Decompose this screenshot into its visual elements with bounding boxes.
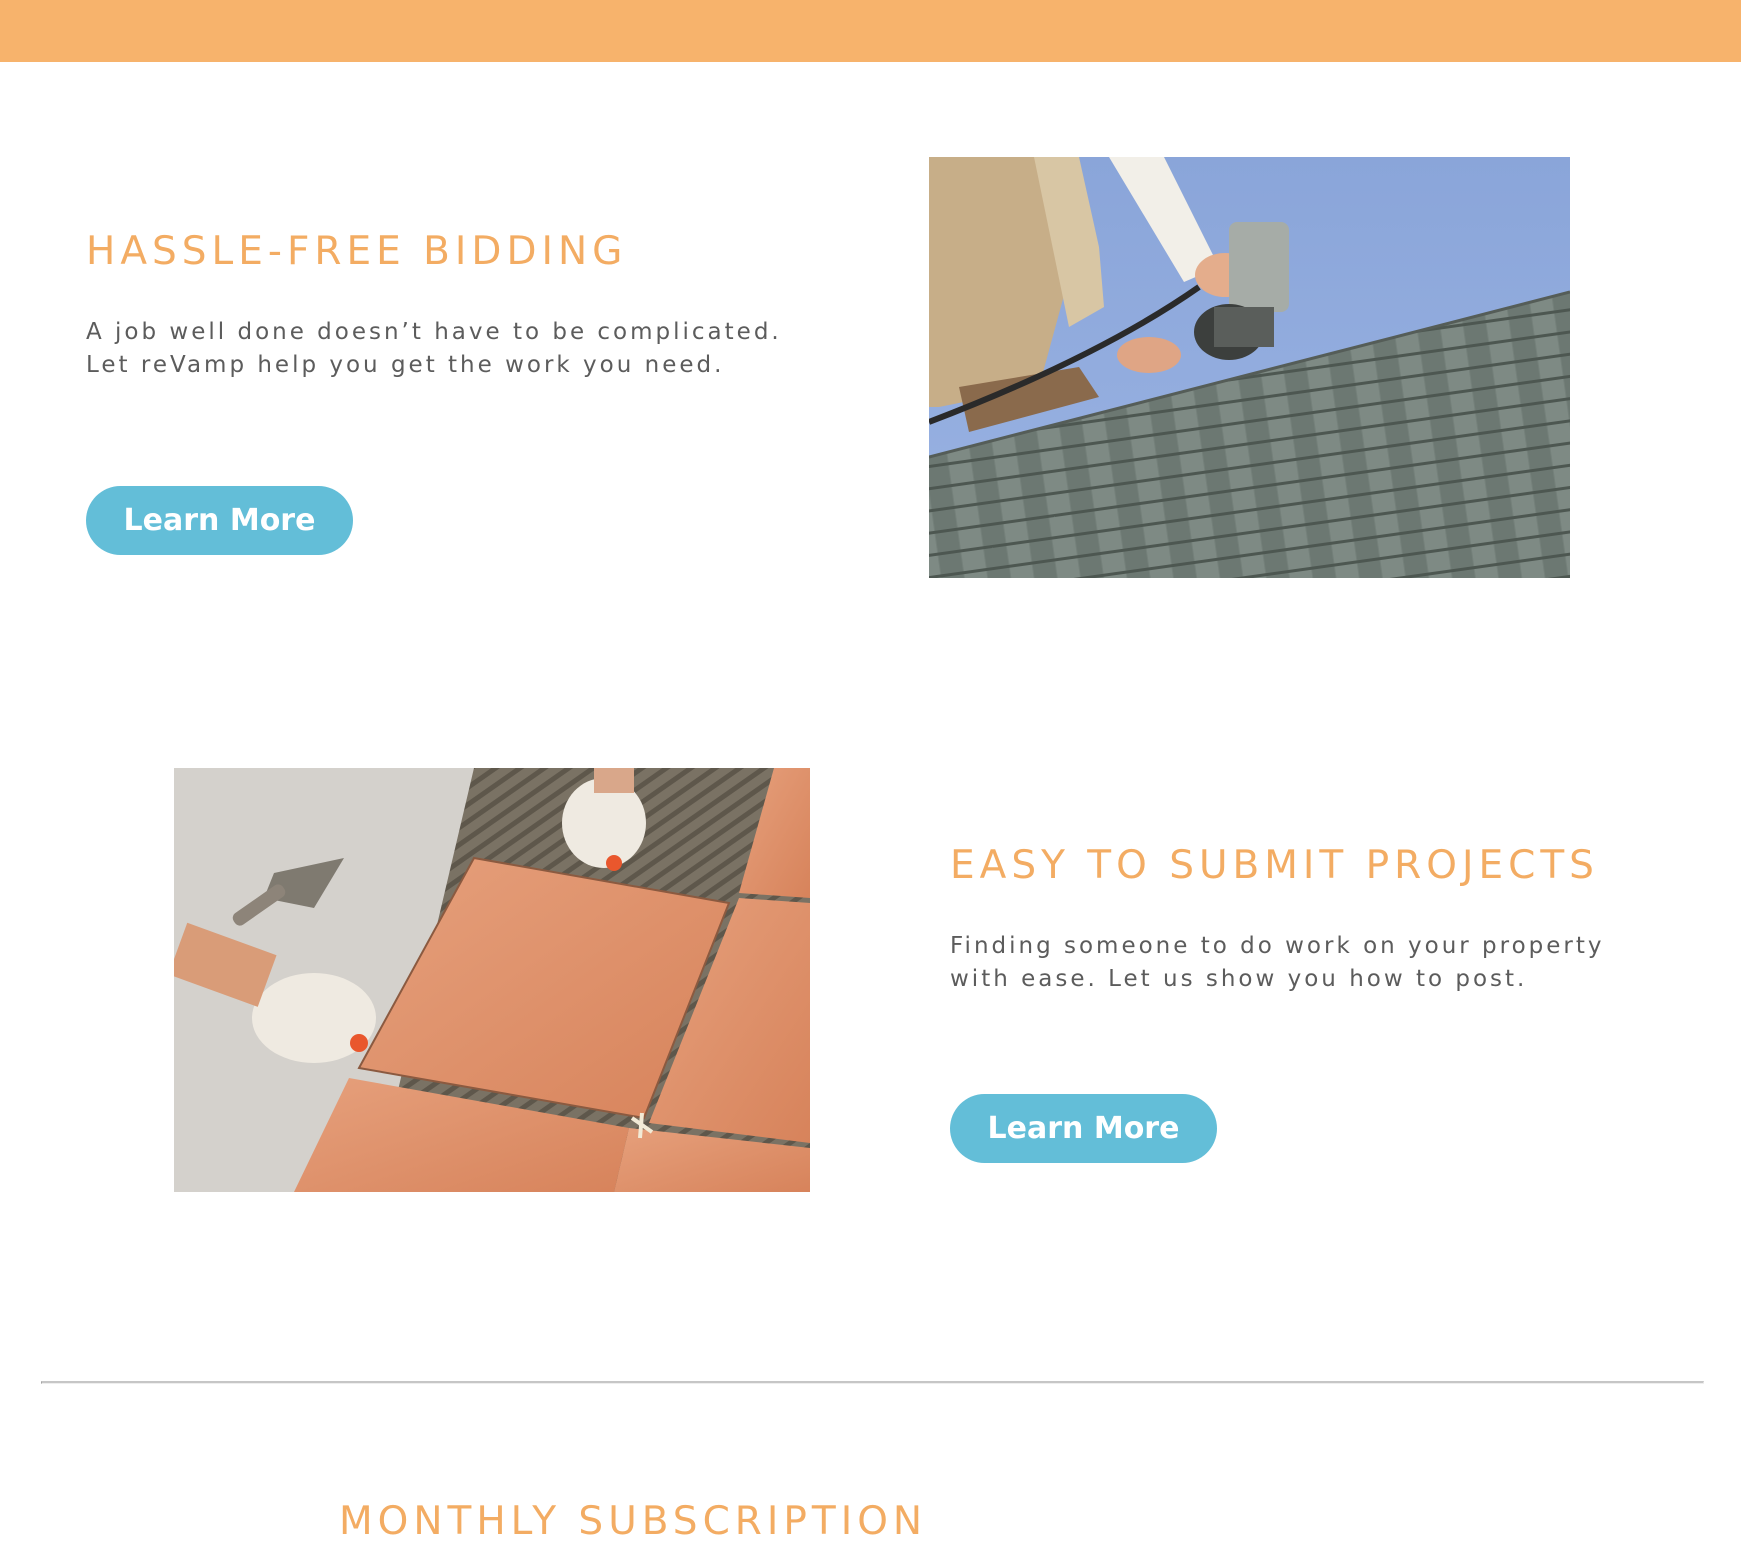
top-banner: [0, 0, 1741, 62]
section-divider: [41, 1381, 1704, 1384]
learn-more-button[interactable]: Learn More: [950, 1094, 1217, 1163]
feature-title: HASSLE-FREE BIDDING: [86, 229, 628, 274]
subscription-title: MONTHLY SUBSCRIPTION: [339, 1499, 928, 1544]
feature-description: Finding someone to do work on your prope…: [950, 933, 1605, 992]
feature-title: EASY TO SUBMIT PROJECTS: [950, 843, 1599, 888]
learn-more-button[interactable]: Learn More: [86, 486, 353, 555]
tile-laying-photo: [174, 768, 810, 1192]
page: HASSLE-FREE BIDDING A job well done does…: [0, 0, 1741, 1560]
roofer-photo: [929, 157, 1570, 578]
feature-description: A job well done doesn’t have to be compl…: [86, 319, 782, 378]
